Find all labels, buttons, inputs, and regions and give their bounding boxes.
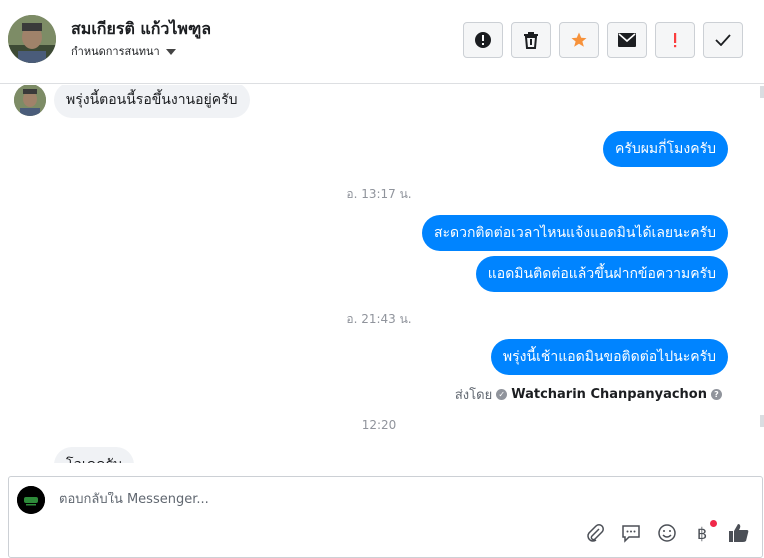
delete-button[interactable] — [511, 22, 551, 58]
outgoing-message[interactable]: แอดมินติดต่อแล้วขึ้นฝากข้อความครับ — [475, 256, 728, 292]
check-circle-icon: ✓ — [496, 389, 508, 400]
reply-input[interactable] — [59, 492, 659, 507]
timestamp: อ. 13:17 น. — [346, 187, 412, 201]
like-button[interactable] — [728, 522, 750, 544]
reply-composer: ฿ — [8, 476, 763, 558]
checkmark-icon — [715, 34, 731, 46]
svg-text:฿: ฿ — [697, 524, 707, 543]
alert-circle-icon — [475, 32, 491, 48]
mark-unread-button[interactable] — [607, 22, 647, 58]
help-icon[interactable]: ? — [711, 389, 722, 400]
thumbs-up-icon — [729, 524, 749, 542]
outgoing-message[interactable]: สะดวกติดต่อเวลาไหนแจ้งแอดมินได้เลยนะครับ — [421, 215, 728, 251]
timestamp: 12:20 — [361, 418, 397, 432]
sent-by-name[interactable]: Watcharin Chanpanyachon — [511, 387, 707, 402]
header-actions — [463, 22, 743, 58]
emoji-button[interactable] — [656, 522, 678, 544]
caret-down-icon — [165, 49, 176, 55]
smiley-icon — [658, 524, 676, 542]
outgoing-message[interactable]: พรุ่งนี้เช้าแอดมินขอติดต่อไปนะครับ — [490, 339, 728, 375]
composer-tools: ฿ — [584, 520, 750, 544]
mark-done-button[interactable] — [703, 22, 743, 58]
mark-spam-button[interactable] — [463, 22, 503, 58]
saved-replies-button[interactable] — [620, 522, 642, 544]
sent-by-line: ส่งโดย ✓ Watcharin Chanpanyachon ? — [455, 384, 722, 405]
star-icon — [571, 32, 587, 47]
message-thread[interactable]: พรุ่งนี้ตอนนี้รอขึ้นงานอยู่ครับ ครับผมกี… — [0, 85, 758, 463]
trash-icon — [524, 32, 538, 49]
notification-dot — [710, 520, 717, 527]
timestamp: อ. 21:43 น. — [346, 312, 412, 326]
scrollbar-track[interactable] — [758, 85, 764, 463]
outgoing-message[interactable]: ครับผมกี่โมงครับ — [602, 131, 728, 167]
conversation-header: สมเกียรติ แก้วไพฑูล กำหนดการสนทนา — [0, 0, 764, 84]
incoming-message[interactable]: โอเคครับ — [54, 447, 134, 463]
payment-button[interactable]: ฿ — [692, 520, 717, 544]
scrollbar-mark — [760, 415, 764, 427]
star-button[interactable] — [559, 22, 599, 58]
incoming-message[interactable]: พรุ่งนี้ตอนนี้รอขึ้นงานอยู่ครับ — [54, 85, 250, 118]
contact-name[interactable]: สมเกียรติ แก้วไพฑูล — [71, 17, 211, 42]
follow-up-button[interactable] — [655, 22, 695, 58]
chat-bubble-icon — [622, 525, 640, 543]
scrollbar-mark — [760, 86, 764, 98]
paperclip-icon — [587, 524, 604, 542]
assign-label: กำหนดการสนทนา — [71, 45, 160, 58]
assign-conversation-dropdown[interactable]: กำหนดการสนทนา — [71, 42, 176, 60]
sender-avatar — [14, 85, 46, 116]
sent-by-prefix: ส่งโดย — [454, 388, 493, 403]
attach-button[interactable] — [584, 522, 606, 544]
exclamation-icon — [674, 33, 677, 48]
page-avatar — [17, 486, 45, 514]
baht-icon: ฿ — [697, 524, 707, 543]
envelope-icon — [618, 33, 636, 47]
contact-avatar[interactable] — [8, 15, 56, 63]
